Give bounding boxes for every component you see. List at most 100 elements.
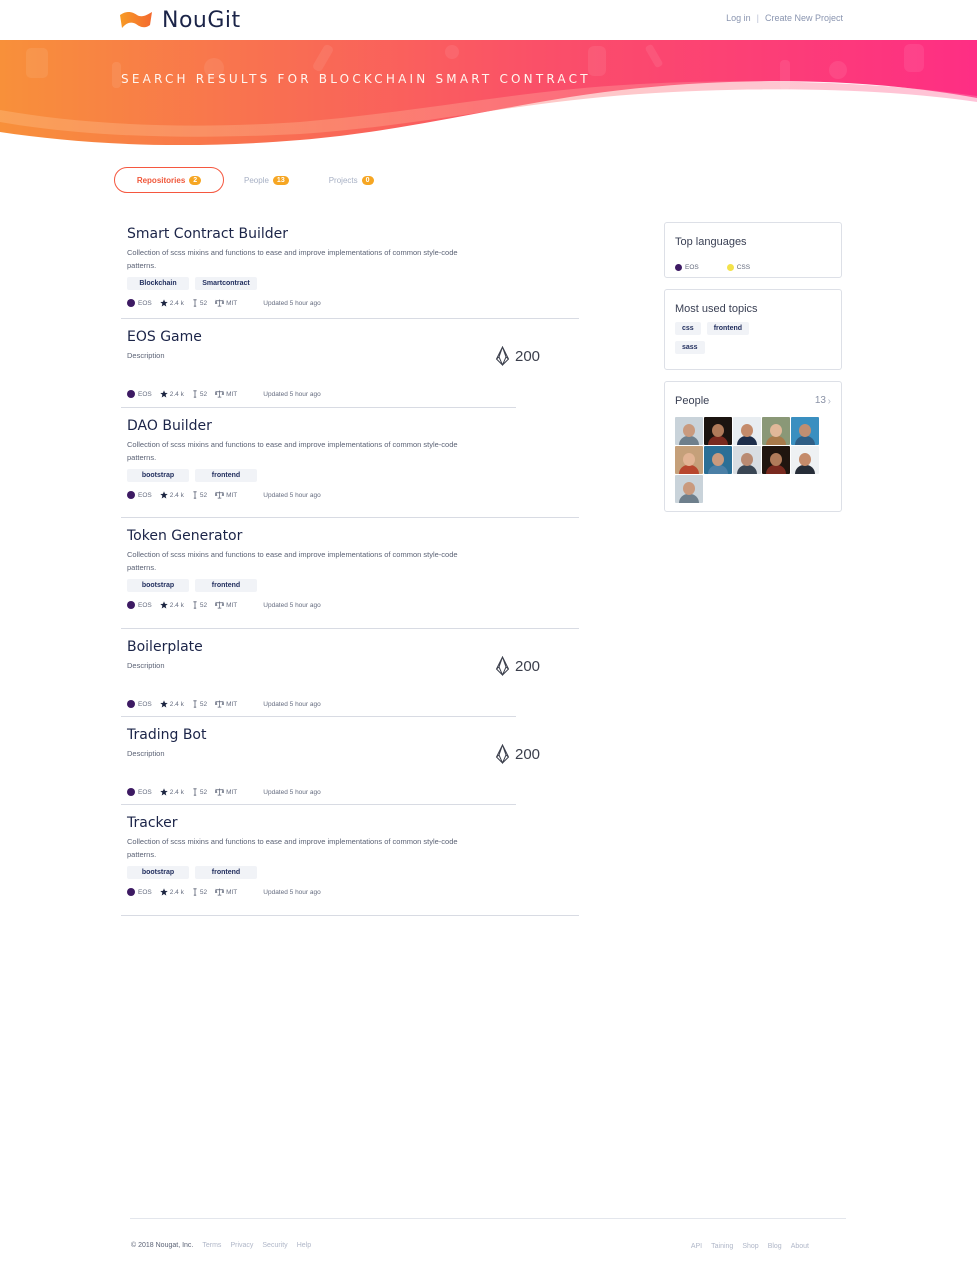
language-item[interactable]: CSS <box>726 264 750 271</box>
eos-icon <box>495 656 510 676</box>
person-avatar[interactable] <box>675 446 703 474</box>
footer-link-security[interactable]: Security <box>262 1242 287 1249</box>
topic-tag[interactable]: bootstrap <box>127 866 189 879</box>
footer-divider <box>130 1218 846 1219</box>
tab-repositories[interactable]: Repositories 2 <box>114 167 224 193</box>
forks-count[interactable]: 52 <box>192 700 207 708</box>
repository-card[interactable]: Boilerplate Description 200 EOS 2.4 k 52… <box>121 629 579 717</box>
card-title: People <box>675 395 710 407</box>
topic-tag[interactable]: frontend <box>195 469 257 482</box>
repository-card[interactable]: Token Generator Collection of scss mixin… <box>121 518 579 629</box>
stars-count[interactable]: 2.4 k <box>160 700 184 708</box>
fork-icon <box>193 601 197 609</box>
repository-description: Description <box>127 661 165 670</box>
language-label: EOS <box>138 888 152 896</box>
person-avatar[interactable] <box>704 446 732 474</box>
scale-icon <box>215 700 225 708</box>
repository-description: Description <box>127 351 165 360</box>
person-avatar[interactable] <box>791 417 819 445</box>
language-color-dot <box>726 264 734 271</box>
repository-meta: EOS 2.4 k 52 MIT Updated 5 hour ago <box>127 700 329 708</box>
person-avatar[interactable] <box>675 417 703 445</box>
chevron-right-icon[interactable]: › <box>828 396 831 407</box>
repository-title[interactable]: Trading Bot <box>127 727 206 743</box>
topic-tag[interactable]: frontend <box>706 322 750 335</box>
repository-title[interactable]: DAO Builder <box>127 418 212 434</box>
stars-count[interactable]: 2.4 k <box>160 491 184 499</box>
footer-link-terms[interactable]: Terms <box>202 1242 221 1249</box>
forks-count[interactable]: 52 <box>192 390 207 398</box>
repository-title[interactable]: Token Generator <box>127 528 242 544</box>
forks-count[interactable]: 52 <box>192 788 207 796</box>
avatar-body <box>795 465 815 474</box>
forks-count[interactable]: 52 <box>192 299 207 307</box>
license-label: MIT <box>215 299 237 307</box>
login-link[interactable]: Log in <box>726 13 751 23</box>
tab-people[interactable]: People 13 <box>244 167 289 193</box>
repository-title[interactable]: Tracker <box>127 815 178 831</box>
topic-tag[interactable]: Blockchain <box>127 277 189 290</box>
forks-count[interactable]: 52 <box>192 491 207 499</box>
footer-link-training[interactable]: Taining <box>711 1243 733 1250</box>
footer-link-help[interactable]: Help <box>297 1242 311 1249</box>
person-avatar[interactable] <box>675 475 703 503</box>
people-count[interactable]: 13 <box>815 395 826 406</box>
language-color-dot <box>127 700 135 708</box>
person-avatar[interactable] <box>762 417 790 445</box>
repository-title[interactable]: EOS Game <box>127 329 202 345</box>
footer-link-shop[interactable]: Shop <box>742 1243 758 1250</box>
forks-count[interactable]: 52 <box>192 601 207 609</box>
person-avatar[interactable] <box>791 446 819 474</box>
forks-count[interactable]: 52 <box>192 888 207 896</box>
topic-tag[interactable]: sass <box>675 341 705 354</box>
card-title: Top languages <box>675 236 747 248</box>
forks-value: 52 <box>199 700 208 708</box>
repository-tags: bootstrap frontend <box>127 866 257 879</box>
repository-card[interactable]: Smart Contract Builder Collection of scs… <box>121 216 579 319</box>
topic-tag[interactable]: css <box>675 322 701 335</box>
footer-link-about[interactable]: About <box>791 1243 809 1250</box>
stars-value: 2.4 k <box>169 390 184 398</box>
repository-meta: EOS 2.4 k 52 MIT Updated 5 hour ago <box>127 491 329 499</box>
top-languages-card: Top languages EOS CSS <box>664 222 842 278</box>
topic-tag[interactable]: frontend <box>195 866 257 879</box>
repository-card[interactable]: Tracker Collection of scss mixins and fu… <box>121 805 579 916</box>
language-color-dot <box>127 788 135 796</box>
brand-logo[interactable]: NouGit <box>119 8 241 33</box>
star-icon <box>160 888 168 896</box>
scale-icon <box>215 601 225 609</box>
stars-value: 2.4 k <box>169 788 184 796</box>
footer-link-api[interactable]: API <box>691 1243 702 1250</box>
stars-count[interactable]: 2.4 k <box>160 299 184 307</box>
person-avatar[interactable] <box>733 446 761 474</box>
topic-tag[interactable]: bootstrap <box>127 579 189 592</box>
topic-tag[interactable]: frontend <box>195 579 257 592</box>
stars-count[interactable]: 2.4 k <box>160 788 184 796</box>
language-label: EOS <box>138 788 152 796</box>
create-project-link[interactable]: Create New Project <box>765 13 843 23</box>
result-tabs: Repositories 2 People 13 Projects 0 <box>114 167 374 193</box>
repository-card[interactable]: DAO Builder Collection of scss mixins an… <box>121 408 579 518</box>
person-avatar[interactable] <box>704 417 732 445</box>
language-color-dot <box>127 601 135 609</box>
avatar-head <box>770 453 782 466</box>
footer-link-blog[interactable]: Blog <box>768 1243 782 1250</box>
tab-projects[interactable]: Projects 0 <box>329 167 374 193</box>
forks-value: 52 <box>199 491 208 499</box>
stars-count[interactable]: 2.4 k <box>160 601 184 609</box>
card-title: Most used topics <box>675 303 758 315</box>
footer-link-privacy[interactable]: Privacy <box>230 1242 253 1249</box>
repository-card[interactable]: EOS Game Description 200 EOS 2.4 k 52 MI… <box>121 319 579 408</box>
person-avatar[interactable] <box>762 446 790 474</box>
repository-card[interactable]: Trading Bot Description 200 EOS 2.4 k 52… <box>121 717 579 805</box>
repository-title[interactable]: Smart Contract Builder <box>127 226 288 242</box>
stars-count[interactable]: 2.4 k <box>160 390 184 398</box>
language-item[interactable]: EOS <box>675 264 699 271</box>
topic-list: css frontend sass <box>675 322 825 354</box>
repository-title[interactable]: Boilerplate <box>127 639 203 655</box>
topic-tag[interactable]: bootstrap <box>127 469 189 482</box>
person-avatar[interactable] <box>733 417 761 445</box>
topic-tag[interactable]: Smartcontract <box>195 277 257 290</box>
stars-count[interactable]: 2.4 k <box>160 888 184 896</box>
link-separator: | <box>756 13 759 23</box>
